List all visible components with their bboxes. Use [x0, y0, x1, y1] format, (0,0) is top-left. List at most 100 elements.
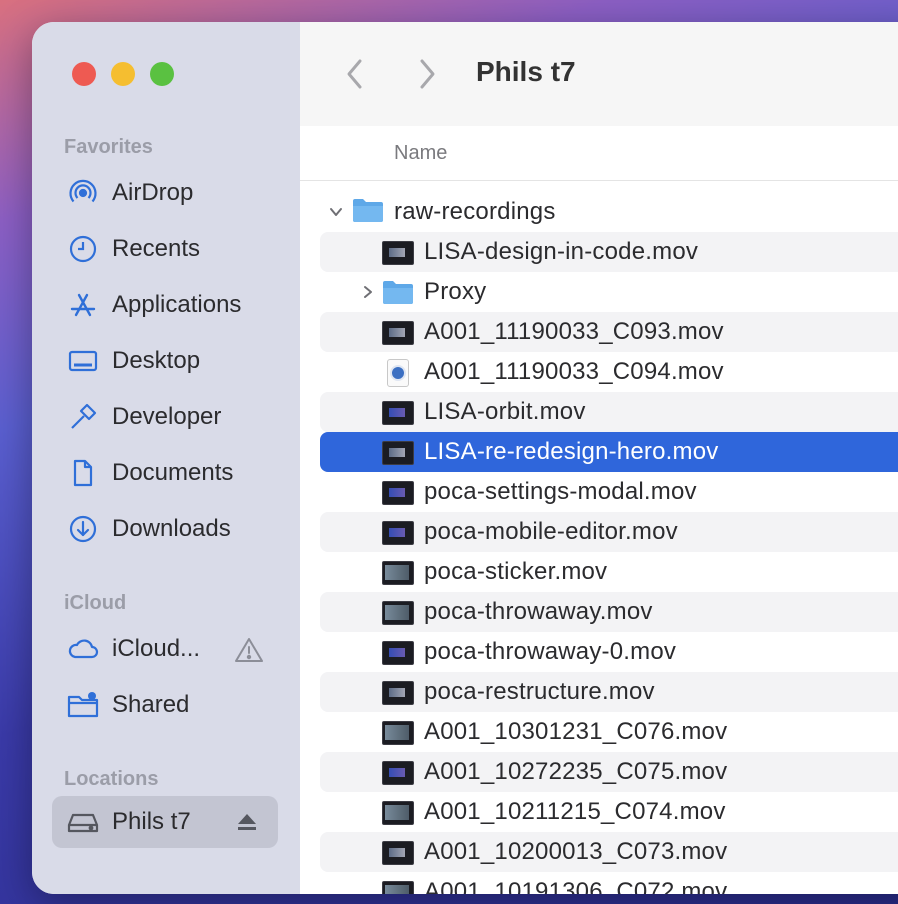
file-name: A001_11190033_C094.mov [424, 358, 724, 385]
video-thumbnail-icon [382, 841, 414, 865]
file-name: A001_10200013_C073.mov [424, 838, 728, 865]
chevron-right-icon[interactable] [360, 284, 376, 300]
favorites-heading: Favorites [64, 136, 153, 158]
sidebar-item-label: iCloud... [112, 635, 201, 662]
list-item[interactable]: poca-sticker.mov [320, 552, 898, 592]
eject-icon[interactable] [236, 812, 258, 837]
list-item[interactable]: LISA-orbit.mov [320, 392, 898, 432]
locations-heading: Locations [64, 768, 159, 790]
sidebar-item-label: Recents [112, 235, 201, 262]
list-item-proxy[interactable]: Proxy [320, 272, 898, 312]
file-name: A001_10272235_C075.mov [424, 758, 728, 785]
video-thumbnail-icon [382, 321, 414, 345]
file-name: poca-throwaway.mov [424, 598, 653, 625]
chevron-right-icon [420, 59, 435, 89]
chevron-down-icon[interactable] [328, 204, 344, 220]
sidebar-item-applications[interactable]: Applications [52, 279, 278, 331]
list-item[interactable]: LISA-design-in-code.mov [320, 232, 898, 272]
sidebar-item-desktop[interactable]: Desktop [52, 335, 278, 387]
list-item[interactable]: poca-restructure.mov [320, 672, 898, 712]
list-item[interactable]: A001_11190033_C094.mov [320, 352, 898, 392]
toolbar: Phils t7 [300, 22, 898, 127]
window-controls [72, 62, 174, 86]
list-item-raw-recordings[interactable]: raw-recordings [320, 192, 898, 232]
file-name: LISA-design-in-code.mov [424, 238, 699, 265]
desktop-icon [66, 344, 100, 378]
file-name: LISA-orbit.mov [424, 398, 586, 425]
list-item[interactable]: A001_10272235_C075.mov [320, 752, 898, 792]
file-name: A001_10191306_C072.mov [424, 878, 728, 894]
sidebar-item-label: Phils t7 [112, 808, 191, 835]
window-title: Phils t7 [476, 56, 576, 87]
file-name: A001_11190033_C093.mov [424, 318, 724, 345]
list-item[interactable]: poca-settings-modal.mov [320, 472, 898, 512]
zoom-button[interactable] [150, 62, 174, 86]
video-thumbnail-icon [382, 881, 414, 894]
file-name: LISA-re-redesign-hero.mov [424, 438, 719, 465]
sidebar: Favorites AirDrop Recents Applications D… [32, 22, 301, 894]
document-icon [66, 456, 100, 490]
sidebar-item-documents[interactable]: Documents [52, 447, 278, 499]
applications-icon [66, 288, 100, 322]
warning-icon[interactable] [234, 636, 264, 669]
video-thumbnail-icon [382, 601, 414, 625]
list-item[interactable]: poca-throwaway-0.mov [320, 632, 898, 672]
sidebar-item-icloud-drive[interactable]: iCloud... [52, 623, 278, 675]
sidebar-item-developer[interactable]: Developer [52, 391, 278, 443]
file-name: poca-throwaway-0.mov [424, 638, 677, 665]
back-button[interactable] [340, 56, 370, 92]
video-thumbnail-icon [382, 481, 414, 505]
video-thumbnail-icon [382, 401, 414, 425]
close-button[interactable] [72, 62, 96, 86]
list-item[interactable]: A001_10200013_C073.mov [320, 832, 898, 872]
sidebar-item-downloads[interactable]: Downloads [52, 503, 278, 555]
video-thumbnail-icon [382, 801, 414, 825]
drive-icon [66, 805, 100, 839]
sidebar-item-label: Developer [112, 403, 222, 430]
forward-button[interactable] [412, 56, 442, 92]
download-icon [66, 512, 100, 546]
list-item[interactable]: A001_10191306_C072.mov [320, 872, 898, 894]
video-thumbnail-icon [382, 721, 414, 745]
finder-window: Favorites AirDrop Recents Applications D… [32, 22, 898, 894]
sidebar-item-label: Applications [112, 291, 242, 318]
hammer-icon [66, 400, 100, 434]
file-name: poca-sticker.mov [424, 558, 608, 585]
list-item[interactable]: A001_11190033_C093.mov [320, 312, 898, 352]
sidebar-item-shared[interactable]: Shared [52, 679, 278, 731]
video-thumbnail-icon [382, 681, 414, 705]
video-thumbnail-icon [382, 641, 414, 665]
chevron-left-icon [347, 59, 362, 89]
file-name: A001_10211215_C074.mov [424, 798, 726, 825]
list-item[interactable]: A001_10211215_C074.mov [320, 792, 898, 832]
file-name: poca-mobile-editor.mov [424, 518, 678, 545]
airdrop-icon [66, 176, 100, 210]
file-name: Proxy [424, 278, 487, 305]
sidebar-item-label: Shared [112, 691, 190, 718]
folder-icon [382, 278, 414, 306]
file-name: poca-restructure.mov [424, 678, 655, 705]
minimize-button[interactable] [111, 62, 135, 86]
list-item[interactable]: poca-throwaway.mov [320, 592, 898, 632]
main-pane: Phils t7 Name raw-recordings LISA-design… [300, 22, 898, 894]
column-name-label[interactable]: Name [394, 142, 447, 165]
sidebar-item-airdrop[interactable]: AirDrop [52, 167, 278, 219]
sidebar-item-label: Documents [112, 459, 234, 486]
file-name: poca-settings-modal.mov [424, 478, 697, 505]
list-item[interactable]: poca-mobile-editor.mov [320, 512, 898, 552]
sidebar-item-label: Downloads [112, 515, 231, 542]
video-thumbnail-icon [382, 521, 414, 545]
sidebar-item-label: Desktop [112, 347, 201, 374]
file-name: raw-recordings [394, 198, 556, 225]
column-header[interactable]: Name [300, 126, 898, 181]
file-list: raw-recordings LISA-design-in-code.mov P… [300, 192, 898, 894]
sidebar-item-recents[interactable]: Recents [52, 223, 278, 275]
sidebar-item-phils-t7[interactable]: Phils t7 [52, 796, 278, 848]
video-thumbnail-icon [382, 241, 414, 265]
clock-icon [66, 232, 100, 266]
list-item-selected[interactable]: LISA-re-redesign-hero.mov [320, 432, 898, 472]
video-thumbnail-icon [382, 441, 414, 465]
icloud-heading: iCloud [64, 592, 127, 614]
list-item[interactable]: A001_10301231_C076.mov [320, 712, 898, 752]
shared-folder-icon [66, 688, 100, 722]
